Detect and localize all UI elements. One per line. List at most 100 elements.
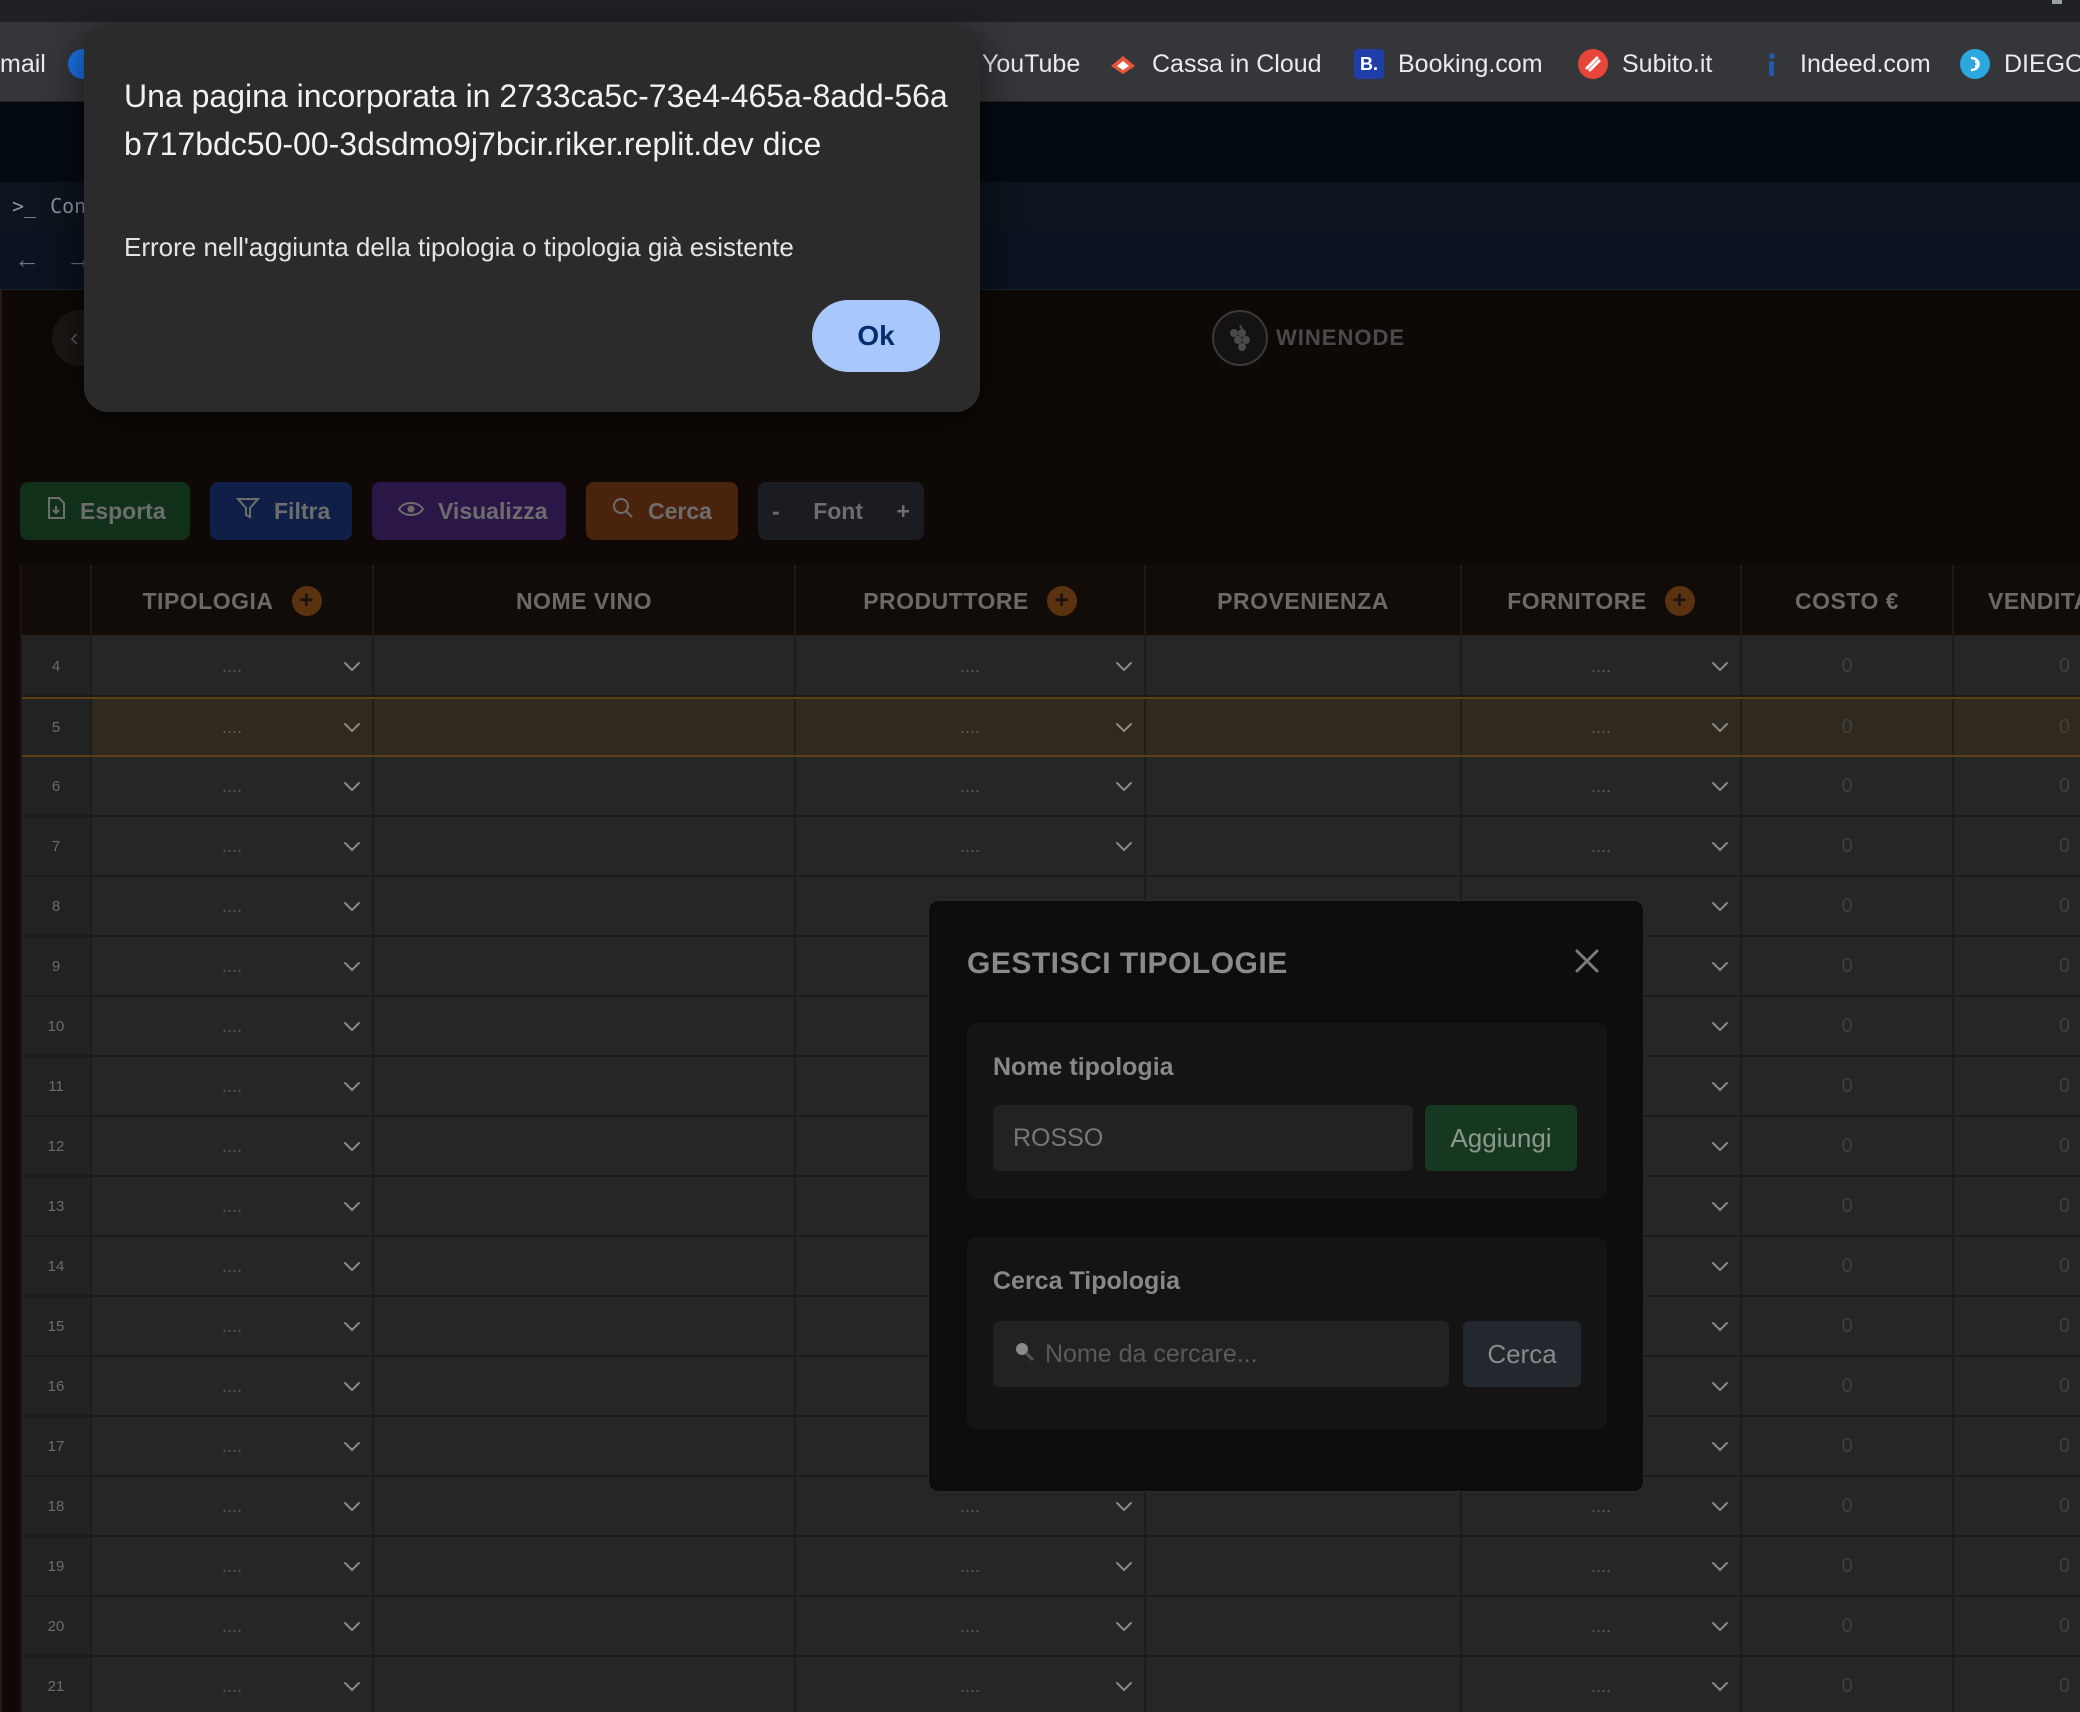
- costo-cell[interactable]: 0: [1742, 1057, 1954, 1115]
- add-tipologia-button[interactable]: +: [291, 586, 322, 616]
- nome-vino-cell[interactable]: [374, 997, 796, 1055]
- vendita-cell[interactable]: 0: [1954, 1057, 2080, 1115]
- chevron-down-icon[interactable]: [340, 654, 364, 678]
- table-row[interactable]: 5............ 0 0: [22, 697, 2080, 757]
- tipologia-name-input[interactable]: ROSSO: [993, 1105, 1413, 1171]
- dropdown-cell[interactable]: ....: [796, 1537, 1146, 1595]
- dropdown-cell[interactable]: ....: [796, 817, 1146, 875]
- costo-cell[interactable]: 0: [1742, 1237, 1954, 1295]
- chevron-down-icon[interactable]: [1708, 1134, 1732, 1158]
- dropdown-cell[interactable]: ....: [92, 1657, 374, 1712]
- back-arrow-icon[interactable]: ←: [14, 244, 40, 275]
- nome-vino-cell[interactable]: [374, 877, 796, 935]
- chevron-down-icon[interactable]: [340, 1014, 364, 1038]
- dropdown-cell[interactable]: ....: [92, 1597, 374, 1655]
- provenienza-cell[interactable]: [1146, 699, 1462, 755]
- window-control[interactable]: [2052, 0, 2062, 4]
- dropdown-cell[interactable]: ....: [92, 1177, 374, 1235]
- dropdown-cell[interactable]: ....: [92, 997, 374, 1055]
- dropdown-cell[interactable]: ....: [92, 1537, 374, 1595]
- bookmark-booking[interactable]: B. Booking.com: [1354, 44, 1543, 84]
- chevron-down-icon[interactable]: [1708, 1074, 1732, 1098]
- vendita-cell[interactable]: 0: [1954, 699, 2080, 755]
- chevron-down-icon[interactable]: [1708, 1674, 1732, 1698]
- nome-vino-cell[interactable]: [374, 1117, 796, 1175]
- nome-vino-cell[interactable]: [374, 1177, 796, 1235]
- search-tipologia-button[interactable]: Cerca: [1463, 1321, 1581, 1387]
- provenienza-cell[interactable]: [1146, 1537, 1462, 1595]
- vendita-cell[interactable]: 0: [1954, 757, 2080, 815]
- nome-vino-cell[interactable]: [374, 1237, 796, 1295]
- chevron-down-icon[interactable]: [1708, 834, 1732, 858]
- table-row[interactable]: 20............ 0 0: [22, 1597, 2080, 1657]
- dropdown-cell[interactable]: ....: [796, 1657, 1146, 1712]
- provenienza-cell[interactable]: [1146, 637, 1462, 695]
- costo-cell[interactable]: 0: [1742, 1537, 1954, 1595]
- dropdown-cell[interactable]: ....: [92, 1297, 374, 1355]
- vendita-cell[interactable]: 0: [1954, 937, 2080, 995]
- chevron-down-icon[interactable]: [340, 1134, 364, 1158]
- nome-vino-cell[interactable]: [374, 699, 796, 755]
- table-row[interactable]: 4............ 0 0: [22, 637, 2080, 697]
- chevron-down-icon[interactable]: [1112, 1554, 1136, 1578]
- bookmark-youtube[interactable]: YouTube: [982, 44, 1080, 84]
- dropdown-cell[interactable]: ....: [1462, 1597, 1742, 1655]
- dropdown-cell[interactable]: ....: [1462, 1657, 1742, 1712]
- nome-vino-cell[interactable]: [374, 1477, 796, 1535]
- costo-cell[interactable]: 0: [1742, 1657, 1954, 1712]
- nome-vino-cell[interactable]: [374, 1357, 796, 1415]
- dropdown-cell[interactable]: ....: [1462, 817, 1742, 875]
- search-button[interactable]: Cerca: [586, 482, 738, 540]
- costo-cell[interactable]: 0: [1742, 997, 1954, 1055]
- chevron-down-icon[interactable]: [1708, 1494, 1732, 1518]
- dropdown-cell[interactable]: ....: [92, 1057, 374, 1115]
- vendita-cell[interactable]: 0: [1954, 1357, 2080, 1415]
- table-row[interactable]: 6............ 0 0: [22, 757, 2080, 817]
- bookmark-subito[interactable]: Subito.it: [1578, 44, 1712, 84]
- dropdown-cell[interactable]: ....: [92, 1117, 374, 1175]
- close-icon[interactable]: [1571, 945, 1603, 977]
- chevron-down-icon[interactable]: [1112, 715, 1136, 739]
- nome-vino-cell[interactable]: [374, 1297, 796, 1355]
- ok-button[interactable]: Ok: [812, 300, 940, 372]
- nome-vino-cell[interactable]: [374, 637, 796, 695]
- vendita-cell[interactable]: 0: [1954, 877, 2080, 935]
- dropdown-cell[interactable]: ....: [796, 1597, 1146, 1655]
- vendita-cell[interactable]: 0: [1954, 1117, 2080, 1175]
- chevron-down-icon[interactable]: [1708, 1434, 1732, 1458]
- bookmark-indeed[interactable]: Indeed.com: [1756, 44, 1931, 84]
- chevron-down-icon[interactable]: [340, 1554, 364, 1578]
- dropdown-cell[interactable]: ....: [92, 937, 374, 995]
- vendita-cell[interactable]: 0: [1954, 997, 2080, 1055]
- chevron-down-icon[interactable]: [1708, 1314, 1732, 1338]
- vendita-cell[interactable]: 0: [1954, 1477, 2080, 1535]
- vendita-cell[interactable]: 0: [1954, 1417, 2080, 1475]
- costo-cell[interactable]: 0: [1742, 1117, 1954, 1175]
- chevron-down-icon[interactable]: [340, 1434, 364, 1458]
- dropdown-cell[interactable]: ....: [1462, 1537, 1742, 1595]
- chevron-down-icon[interactable]: [340, 1374, 364, 1398]
- nome-vino-cell[interactable]: [374, 757, 796, 815]
- chevron-down-icon[interactable]: [1708, 774, 1732, 798]
- console-tab[interactable]: >_ Con: [12, 194, 86, 218]
- chevron-down-icon[interactable]: [340, 715, 364, 739]
- costo-cell[interactable]: 0: [1742, 877, 1954, 935]
- chevron-down-icon[interactable]: [1708, 894, 1732, 918]
- dropdown-cell[interactable]: ....: [796, 637, 1146, 695]
- provenienza-cell[interactable]: [1146, 757, 1462, 815]
- dropdown-cell[interactable]: ....: [92, 817, 374, 875]
- vendita-cell[interactable]: 0: [1954, 1177, 2080, 1235]
- nome-vino-cell[interactable]: [374, 937, 796, 995]
- dropdown-cell[interactable]: ....: [92, 1417, 374, 1475]
- dropdown-cell[interactable]: ....: [92, 1477, 374, 1535]
- provenienza-cell[interactable]: [1146, 1597, 1462, 1655]
- export-button[interactable]: Esporta: [20, 482, 190, 540]
- costo-cell[interactable]: 0: [1742, 937, 1954, 995]
- chevron-down-icon[interactable]: [340, 774, 364, 798]
- font-decrease-button[interactable]: -: [772, 498, 780, 525]
- bookmark-cassa-in-cloud[interactable]: Cassa in Cloud: [1108, 44, 1322, 84]
- bookmark-gmail[interactable]: mail: [0, 44, 46, 84]
- chevron-down-icon[interactable]: [340, 1614, 364, 1638]
- costo-cell[interactable]: 0: [1742, 1177, 1954, 1235]
- chevron-down-icon[interactable]: [340, 1074, 364, 1098]
